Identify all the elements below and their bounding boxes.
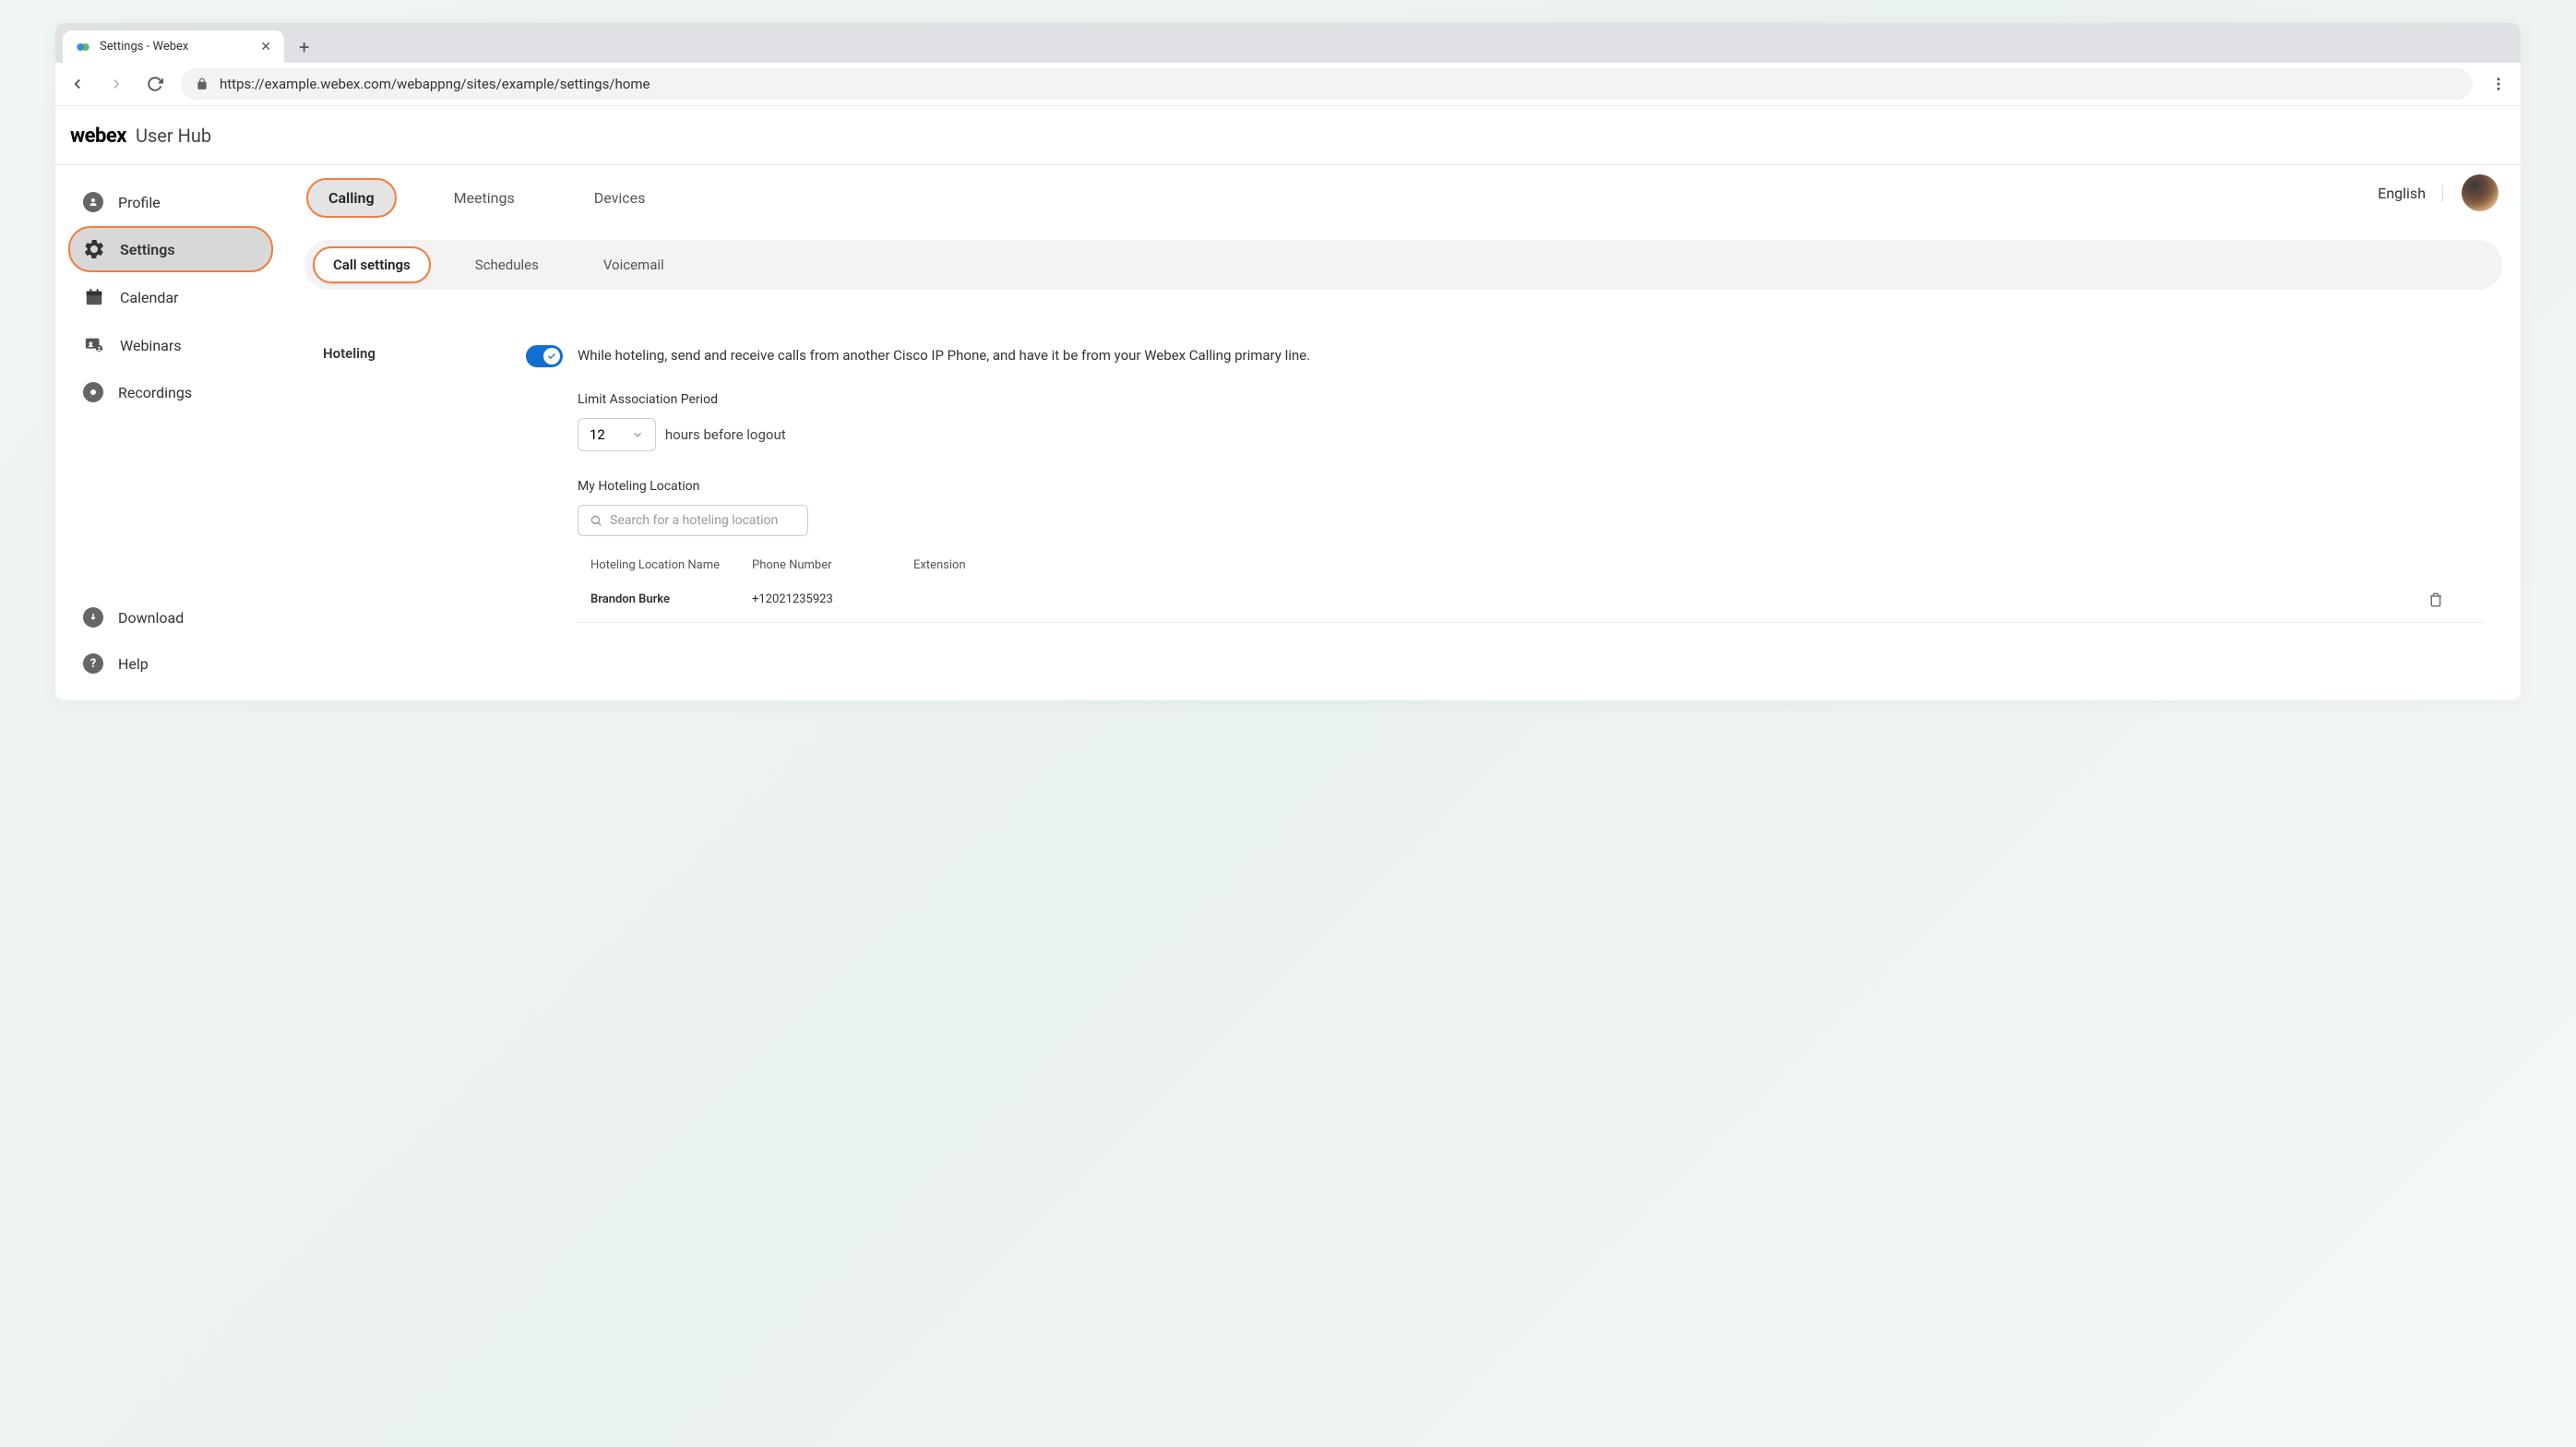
sidebar-item-label: Calendar xyxy=(120,289,178,306)
main-layout: Profile Settings Calendar xyxy=(55,165,2521,700)
search-input[interactable] xyxy=(610,513,796,528)
primary-tabs: Calling Meetings Devices xyxy=(304,178,2502,218)
sidebar-item-label: Download xyxy=(118,609,184,627)
col-header-name: Hoteling Location Name xyxy=(590,558,752,572)
browser-window: Settings - Webex ✕ + https://example.web… xyxy=(55,23,2521,700)
sidebar-item-label: Webinars xyxy=(120,337,182,354)
search-icon xyxy=(590,514,602,527)
sidebar-item-label: Settings xyxy=(120,241,175,258)
hoteling-description: While hoteling, send and receive calls f… xyxy=(578,345,2484,366)
hoteling-location-label: My Hoteling Location xyxy=(578,479,2484,494)
limit-suffix-label: hours before logout xyxy=(665,426,786,443)
select-value: 12 xyxy=(590,426,605,443)
hoteling-location-search[interactable] xyxy=(578,505,808,536)
hub-label: User Hub xyxy=(136,125,211,147)
hoteling-toggle[interactable] xyxy=(526,345,563,367)
chevron-down-icon xyxy=(631,428,644,441)
limit-association-label: Limit Association Period xyxy=(578,392,2484,407)
sidebar: Profile Settings Calendar xyxy=(55,165,286,700)
url-bar[interactable]: https://example.webex.com/webappng/sites… xyxy=(181,68,2473,100)
subtab-voicemail[interactable]: Voicemail xyxy=(583,246,685,283)
avatar[interactable] xyxy=(2462,174,2498,211)
browser-menu-button[interactable] xyxy=(2486,71,2511,97)
tab-meetings[interactable]: Meetings xyxy=(432,178,537,218)
top-right-controls: English xyxy=(2378,174,2498,211)
webinar-icon xyxy=(83,334,105,356)
browser-tab-bar: Settings - Webex ✕ + xyxy=(55,23,2521,63)
limit-hours-select[interactable]: 12 xyxy=(578,418,656,451)
content-area: English Calling Meetings Devices Call se… xyxy=(286,165,2521,700)
url-text: https://example.webex.com/webappng/sites… xyxy=(220,76,650,92)
secondary-tabs: Call settings Schedules Voicemail xyxy=(304,240,2502,290)
close-icon[interactable]: ✕ xyxy=(260,40,271,54)
gear-icon xyxy=(83,238,105,260)
back-button[interactable] xyxy=(65,71,90,97)
col-header-extension: Extension xyxy=(913,558,1075,572)
sidebar-item-settings[interactable]: Settings xyxy=(68,226,273,272)
sidebar-item-download[interactable]: Download xyxy=(68,595,273,640)
sidebar-item-recordings[interactable]: Recordings xyxy=(68,370,273,414)
cell-phone-number: +12021235923 xyxy=(752,592,913,606)
brand-logo: webex xyxy=(70,125,126,148)
subtab-call-settings[interactable]: Call settings xyxy=(313,246,431,283)
person-icon xyxy=(83,192,103,212)
lock-icon xyxy=(196,78,209,90)
location-table-row: Brandon Burke +12021235923 xyxy=(578,583,2484,623)
forward-button[interactable] xyxy=(103,71,129,97)
sidebar-item-label: Profile xyxy=(118,194,161,211)
sidebar-item-label: Recordings xyxy=(118,384,192,401)
sidebar-item-webinars[interactable]: Webinars xyxy=(68,322,273,368)
trash-icon[interactable] xyxy=(2428,592,2443,607)
sidebar-item-help[interactable]: ? Help xyxy=(68,641,273,686)
tab-devices[interactable]: Devices xyxy=(572,178,668,218)
calendar-icon xyxy=(83,286,105,308)
tab-calling[interactable]: Calling xyxy=(306,178,397,218)
language-selector[interactable]: English xyxy=(2378,185,2443,202)
record-icon xyxy=(83,382,103,402)
settings-panel: Hoteling While hoteling, send and receiv… xyxy=(304,319,2502,649)
cell-location-name: Brandon Burke xyxy=(590,592,752,606)
col-header-phone: Phone Number xyxy=(752,558,913,572)
download-icon xyxy=(83,607,103,628)
sidebar-item-profile[interactable]: Profile xyxy=(68,180,273,224)
browser-toolbar: https://example.webex.com/webappng/sites… xyxy=(55,63,2521,106)
location-table-header: Hoteling Location Name Phone Number Exte… xyxy=(578,553,2484,583)
section-title-hoteling: Hoteling xyxy=(323,345,526,623)
sidebar-item-label: Help xyxy=(118,655,149,673)
browser-tab[interactable]: Settings - Webex ✕ xyxy=(63,30,284,63)
subtab-schedules[interactable]: Schedules xyxy=(455,246,559,283)
toggle-knob xyxy=(543,348,560,365)
new-tab-button[interactable]: + xyxy=(284,30,324,63)
app-header: webex User Hub xyxy=(55,106,2521,165)
help-icon: ? xyxy=(83,653,103,674)
sidebar-item-calendar[interactable]: Calendar xyxy=(68,274,273,320)
reload-button[interactable] xyxy=(142,71,168,97)
browser-tab-title: Settings - Webex xyxy=(100,40,251,54)
webex-favicon-icon xyxy=(76,40,90,54)
